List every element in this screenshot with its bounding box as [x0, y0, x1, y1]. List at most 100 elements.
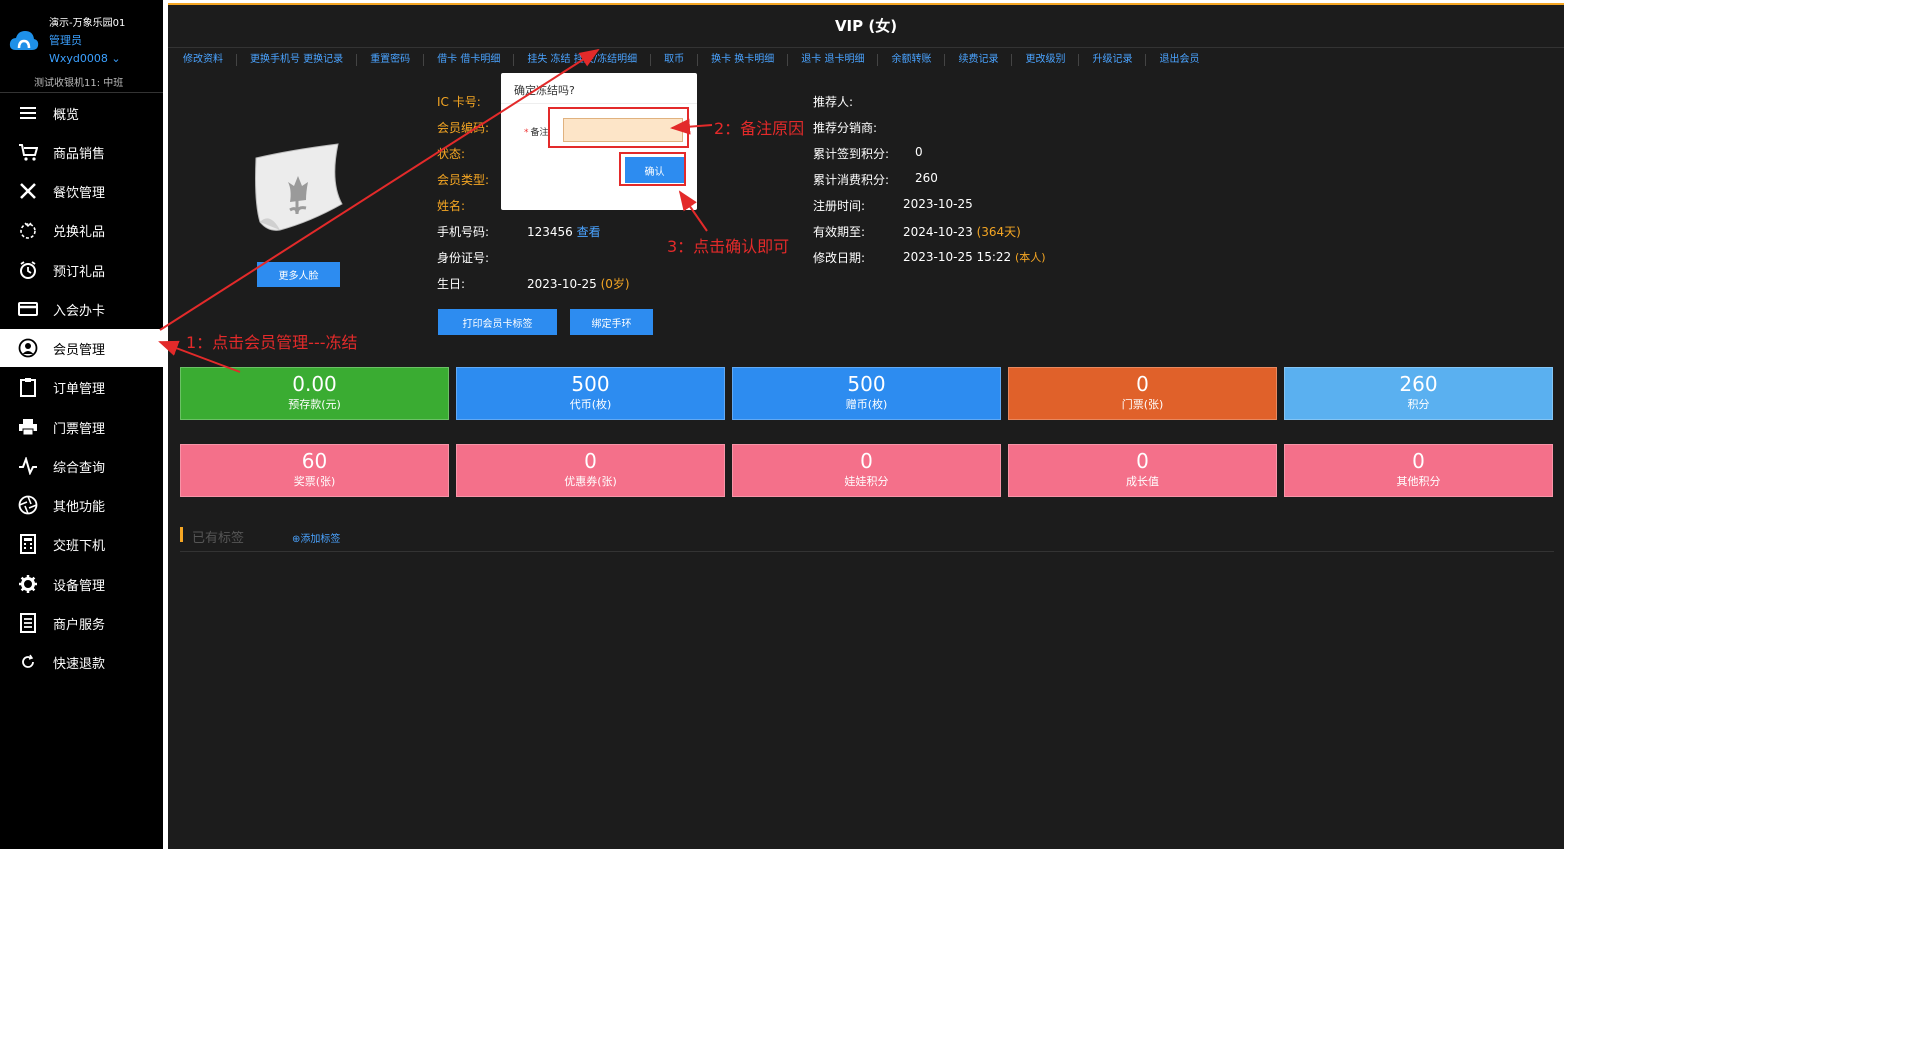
sidebar: 演示-万象乐园01 管理员 Wxyd0008 ⌄ 测试收银机11: 中班 概览 … — [0, 0, 163, 849]
menu-reset-password[interactable]: 重置密码 — [357, 53, 425, 66]
section-accent-bar — [180, 527, 183, 542]
sidebar-item-label: 交班下机 — [53, 538, 106, 554]
birthday-value: 2023-10-25 — [527, 277, 597, 291]
page-title: VIP (女) — [834, 17, 898, 35]
calculator-icon — [18, 534, 38, 554]
dialog-title: 确定冻结吗? — [514, 84, 575, 97]
sidebar-item-redeem-gift[interactable]: 兑换礼品 — [0, 211, 163, 249]
field-consume-points: 累计消费积分: 260 — [813, 171, 938, 187]
age-value: (0岁) — [600, 277, 630, 291]
field-referrer: 推荐人: — [813, 95, 854, 109]
brand-header: 演示-万象乐园01 管理员 Wxyd0008 ⌄ 测试收银机11: 中班 — [0, 0, 163, 93]
sidebar-item-label: 订单管理 — [53, 381, 106, 397]
annotation-step3: 3：点击确认即可 — [667, 237, 790, 256]
sidebar-item-query[interactable]: 综合查询 — [0, 447, 163, 485]
shift-info: 测试收银机11: 中班 — [34, 78, 124, 89]
menu-withdraw-coins[interactable]: 取币 — [651, 53, 699, 66]
stat-growth: 0 成长值 — [1008, 444, 1277, 497]
stat-bonus-coins: 500 赠币(枚) — [732, 367, 1001, 420]
document-icon — [18, 613, 38, 633]
sidebar-item-other[interactable]: 其他功能 — [0, 486, 163, 524]
fork-knife-icon — [18, 181, 38, 201]
aperture-icon — [18, 495, 38, 515]
menu-change-phone[interactable]: 更换手机号 更换记录 — [237, 53, 358, 66]
menu-balance-transfer[interactable]: 余额转账 — [878, 53, 946, 66]
add-tag-link[interactable]: ⊕添加标签 — [292, 530, 340, 545]
sidebar-item-label: 设备管理 — [53, 578, 106, 594]
member-action-menu: 修改资料 更换手机号 更换记录 重置密码 借卡 借卡明细 挂失 冻结 挂失/冻结… — [168, 47, 1564, 71]
field-member-code: 会员编码: — [437, 121, 490, 135]
menu-upgrade-records[interactable]: 升级记录 — [1079, 53, 1147, 66]
annotation-step1: 1：点击会员管理---冻结 — [186, 333, 358, 352]
cloud-logo-icon — [9, 31, 39, 50]
view-phone-link[interactable]: 查看 — [577, 225, 601, 239]
field-phone: 手机号码: 123456 查看 — [437, 225, 601, 239]
refresh-icon — [18, 652, 38, 672]
username-dropdown[interactable]: Wxyd0008 ⌄ — [49, 52, 121, 65]
field-valid-until: 有效期至: 2024-10-23 (364天) — [813, 225, 1021, 239]
sidebar-item-quick-refund[interactable]: 快速退款 — [0, 643, 163, 681]
alarm-clock-icon — [18, 260, 38, 280]
sidebar-item-dining[interactable]: 餐饮管理 — [0, 172, 163, 210]
field-ic-card: IC 卡号: — [437, 95, 481, 109]
field-modified-date: 修改日期: 2023-10-25 15:22 (本人) — [813, 250, 1046, 265]
sidebar-item-label: 商户服务 — [53, 617, 106, 633]
field-id-number: 身份证号: — [437, 251, 490, 265]
sidebar-item-membership-card[interactable]: 入会办卡 — [0, 290, 163, 328]
field-member-type: 会员类型: — [437, 173, 490, 187]
sidebar-item-orders[interactable]: 订单管理 — [0, 368, 163, 406]
field-birthday: 生日: 2023-10-25 (0岁) — [437, 277, 630, 291]
user-icon — [18, 338, 38, 358]
sidebar-item-label: 门票管理 — [53, 421, 106, 437]
bind-wristband-button[interactable]: 绑定手环 — [570, 309, 653, 335]
more-faces-button[interactable]: 更多人脸 — [257, 262, 340, 287]
sidebar-item-label: 其他功能 — [53, 499, 106, 515]
sidebar-item-label: 餐饮管理 — [53, 185, 106, 201]
sidebar-item-label: 综合查询 — [53, 460, 106, 476]
gear-icon — [18, 574, 38, 594]
highlight-confirm-box — [619, 152, 686, 186]
field-status: 状态: — [437, 147, 466, 161]
dialog-divider — [501, 103, 697, 104]
gift-icon — [18, 220, 38, 240]
sidebar-item-label: 快速退款 — [53, 656, 106, 672]
stat-other-points: 0 其他积分 — [1284, 444, 1553, 497]
menu-icon — [18, 103, 38, 123]
stat-points: 260 积分 — [1284, 367, 1553, 420]
menu-borrow-card[interactable]: 借卡 借卡明细 — [424, 53, 515, 66]
pulse-icon — [18, 456, 38, 476]
stat-reward-tickets: 60 奖票(张) — [180, 444, 449, 497]
menu-renewal-records[interactable]: 续费记录 — [945, 53, 1013, 66]
menu-report-loss-freeze[interactable]: 挂失 冻结 挂失/冻结明细 — [514, 53, 652, 66]
sidebar-item-devices[interactable]: 设备管理 — [0, 565, 163, 603]
sidebar-item-merchant[interactable]: 商户服务 — [0, 604, 163, 642]
printer-icon — [18, 417, 38, 437]
add-tag-label: 添加标签 — [300, 534, 341, 545]
stat-tokens: 500 代币(枚) — [456, 367, 725, 420]
menu-replace-card[interactable]: 换卡 换卡明细 — [698, 53, 789, 66]
sidebar-item-member-management[interactable]: 会员管理 — [0, 329, 163, 367]
field-referrer-distributor: 推荐分销商: — [813, 121, 878, 135]
stat-prepaid: 0.00 预存款(元) — [180, 367, 449, 420]
stat-tickets: 0 门票(张) — [1008, 367, 1277, 420]
member-detail-panel: VIP (女) 修改资料 更换手机号 更换记录 重置密码 借卡 借卡明细 挂失 … — [168, 3, 1564, 849]
highlight-remark-box — [548, 107, 689, 148]
sidebar-item-tickets[interactable]: 门票管理 — [0, 408, 163, 446]
user-role: 管理员 — [49, 34, 82, 47]
menu-return-card[interactable]: 退卡 退卡明细 — [788, 53, 879, 66]
menu-change-level[interactable]: 更改级别 — [1012, 53, 1080, 66]
sidebar-item-label: 兑换礼品 — [53, 224, 106, 240]
sidebar-item-sales[interactable]: 商品销售 — [0, 133, 163, 171]
sidebar-item-label: 会员管理 — [53, 342, 106, 358]
sidebar-item-reserve-gift[interactable]: 预订礼品 — [0, 251, 163, 289]
sidebar-item-overview[interactable]: 概览 — [0, 94, 163, 132]
sidebar-item-shift-handover[interactable]: 交班下机 — [0, 525, 163, 563]
menu-edit-profile[interactable]: 修改资料 — [170, 53, 237, 66]
cart-icon — [18, 142, 38, 162]
tags-title: 已有标签 — [192, 531, 245, 546]
menu-exit-member[interactable]: 退出会员 — [1146, 54, 1212, 66]
phone-value: 123456 — [527, 225, 573, 239]
field-signin-points: 累计签到积分: 0 — [813, 145, 923, 161]
card-icon — [18, 299, 38, 319]
print-card-label-button[interactable]: 打印会员卡标签 — [438, 309, 557, 335]
